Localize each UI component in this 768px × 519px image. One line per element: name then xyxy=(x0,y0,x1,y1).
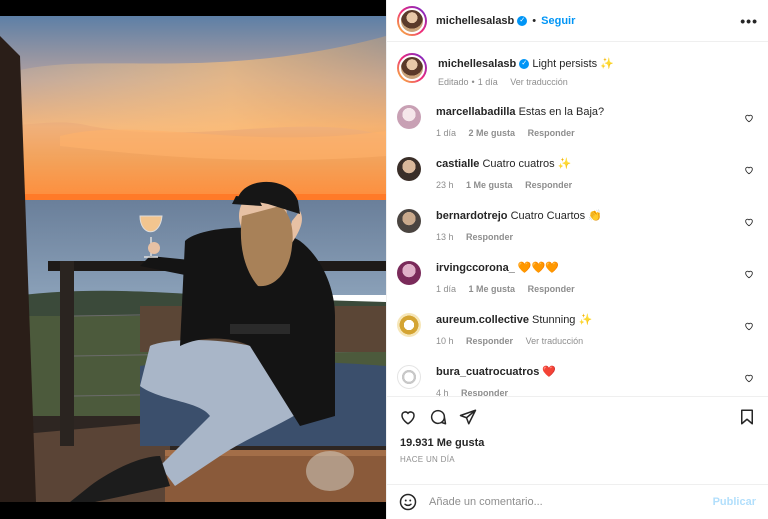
comment-username[interactable]: aureum.collective xyxy=(436,314,529,326)
reply-button[interactable]: Responder xyxy=(525,180,572,190)
comment-item: irvingccorona_ 🧡🧡🧡 1 día 1 Me gusta Resp… xyxy=(397,261,758,313)
commenter-avatar[interactable] xyxy=(397,313,421,337)
sparkle-emoji: ✨ xyxy=(600,58,614,70)
comment-text: aureum.collective Stunning ✨ xyxy=(436,313,593,327)
commenter-avatar[interactable] xyxy=(397,365,421,389)
comment-time: 10 h xyxy=(436,336,454,346)
caption-username[interactable]: michellesalasb xyxy=(438,58,516,70)
comment-meta: 13 h Responder xyxy=(436,232,602,242)
comment-time: 13 h xyxy=(436,232,454,242)
sunset-balcony-illustration xyxy=(0,16,386,502)
comment-text: irvingccorona_ 🧡🧡🧡 xyxy=(436,261,585,275)
commenter-avatar[interactable] xyxy=(397,261,421,285)
comment-text: marcellabadilla Estas en la Baja? xyxy=(436,105,604,119)
publish-button[interactable]: Publicar xyxy=(713,496,756,508)
heart-icon[interactable] xyxy=(744,217,754,227)
caption-meta: Editado • 1 día Ver traducción xyxy=(438,77,614,87)
comment-item: castialle Cuatro cuatros ✨ 23 h 1 Me gus… xyxy=(397,157,758,209)
commenter-avatar[interactable] xyxy=(397,105,421,129)
comment-likes[interactable]: 1 Me gusta xyxy=(469,284,516,294)
heart-icon[interactable] xyxy=(744,373,754,383)
comment-time: 23 h xyxy=(436,180,454,190)
edited-time: 1 día xyxy=(477,77,498,87)
comment-item: bernardotrejo Cuatro Cuartos 👏 13 h Resp… xyxy=(397,209,758,261)
comment-body: Cuatro Cuartos 👏 xyxy=(510,210,602,222)
comment-time: 1 día xyxy=(436,284,457,294)
comment-meta: 4 h Responder xyxy=(436,388,556,396)
comment-body: Cuatro cuatros ✨ xyxy=(482,158,572,170)
avatar-photo xyxy=(399,7,425,34)
comment-likes[interactable]: 2 Me gusta xyxy=(469,128,516,138)
comment-username[interactable]: bernardotrejo xyxy=(436,210,508,222)
reply-button[interactable]: Responder xyxy=(461,388,508,396)
likes-count[interactable]: 19.931 Me gusta xyxy=(387,437,768,449)
header-username[interactable]: michellesalasb xyxy=(436,15,514,27)
translate-link[interactable]: Ver traducción xyxy=(526,336,584,346)
edited-dot: • xyxy=(471,77,475,87)
comment-likes[interactable]: 1 Me gusta xyxy=(466,180,513,190)
caption-body: Light persists xyxy=(532,58,598,70)
reply-button[interactable]: Responder xyxy=(528,128,575,138)
avatar[interactable] xyxy=(397,5,427,36)
post-timestamp: HACE UN DÍA xyxy=(400,455,455,464)
comment-item: marcellabadilla Estas en la Baja? 1 día … xyxy=(397,105,758,157)
comment-meta: 23 h 1 Me gusta Responder xyxy=(436,180,582,190)
comment-meta: 1 día 1 Me gusta Responder xyxy=(436,284,585,294)
post-actions: 19.931 Me gusta HACE UN DÍA xyxy=(387,396,768,464)
comment-body: Stunning ✨ xyxy=(532,314,593,326)
comment-input[interactable] xyxy=(429,496,713,508)
instagram-post-modal: michellesalasb ✓ • Seguir ••• michellesa… xyxy=(0,0,768,519)
comments-list[interactable]: michellesalasb ✓ Light persists ✨ Editado… xyxy=(387,43,768,396)
comment-username[interactable]: castialle xyxy=(436,158,479,170)
comment-item: aureum.collective Stunning ✨ 10 h Respon… xyxy=(397,313,758,365)
emoji-icon[interactable] xyxy=(399,493,417,511)
edited-label: Editado xyxy=(438,77,469,87)
follow-button[interactable]: Seguir xyxy=(541,15,575,27)
comment-body: ❤️ xyxy=(542,366,557,378)
photo-top-bar xyxy=(0,0,386,16)
post-side-panel: michellesalasb ✓ • Seguir ••• michellesa… xyxy=(386,0,768,519)
post-photo[interactable] xyxy=(0,16,386,502)
reply-button[interactable]: Responder xyxy=(466,232,513,242)
comment-username[interactable]: bura_cuatrocuatros xyxy=(436,366,539,378)
comment-username[interactable]: marcellabadilla xyxy=(436,106,516,118)
comment-item: bura_cuatrocuatros ❤️ 4 h Responder xyxy=(397,365,758,396)
comment-meta: 10 h Responder Ver traducción xyxy=(436,336,593,346)
comment-body: 🧡🧡🧡 xyxy=(517,262,560,274)
comment-meta: 1 día 2 Me gusta Responder xyxy=(436,128,604,138)
translate-link[interactable]: Ver traducción xyxy=(510,77,568,87)
ellipsis-icon[interactable]: ••• xyxy=(740,13,758,29)
photo-bottom-bar xyxy=(0,502,386,519)
post-header: michellesalasb ✓ • Seguir ••• xyxy=(387,0,768,42)
caption-avatar[interactable] xyxy=(397,53,427,83)
heart-icon[interactable] xyxy=(744,165,754,175)
reply-button[interactable]: Responder xyxy=(466,336,513,346)
comment-username[interactable]: irvingccorona_ xyxy=(436,262,515,274)
comment-time: 1 día xyxy=(436,128,457,138)
separator-dot: • xyxy=(532,14,537,27)
reply-button[interactable]: Responder xyxy=(528,284,575,294)
action-icons-row xyxy=(387,397,768,437)
comment-composer: Publicar xyxy=(387,484,768,519)
comment-text: bura_cuatrocuatros ❤️ xyxy=(436,365,556,379)
comment-text: bernardotrejo Cuatro Cuartos 👏 xyxy=(436,209,602,223)
comment-body: Estas en la Baja? xyxy=(518,106,605,118)
caption-row: michellesalasb ✓ Light persists ✨ Editado… xyxy=(397,53,758,105)
share-icon[interactable] xyxy=(459,408,477,426)
verified-badge-icon: ✓ xyxy=(519,59,530,70)
commenter-avatar[interactable] xyxy=(397,157,421,181)
avatar-photo xyxy=(399,55,425,81)
commenter-avatar[interactable] xyxy=(397,209,421,233)
caption-text: michellesalasb ✓ Light persists ✨ xyxy=(438,57,614,71)
heart-icon[interactable] xyxy=(744,321,754,331)
heart-icon[interactable] xyxy=(399,408,417,426)
comment-icon[interactable] xyxy=(429,408,447,426)
comment-time: 4 h xyxy=(436,388,449,396)
bookmark-icon[interactable] xyxy=(738,408,756,426)
verified-badge-icon: ✓ xyxy=(517,15,528,26)
heart-icon[interactable] xyxy=(744,113,754,123)
heart-icon[interactable] xyxy=(744,269,754,279)
comment-text: castialle Cuatro cuatros ✨ xyxy=(436,157,582,171)
